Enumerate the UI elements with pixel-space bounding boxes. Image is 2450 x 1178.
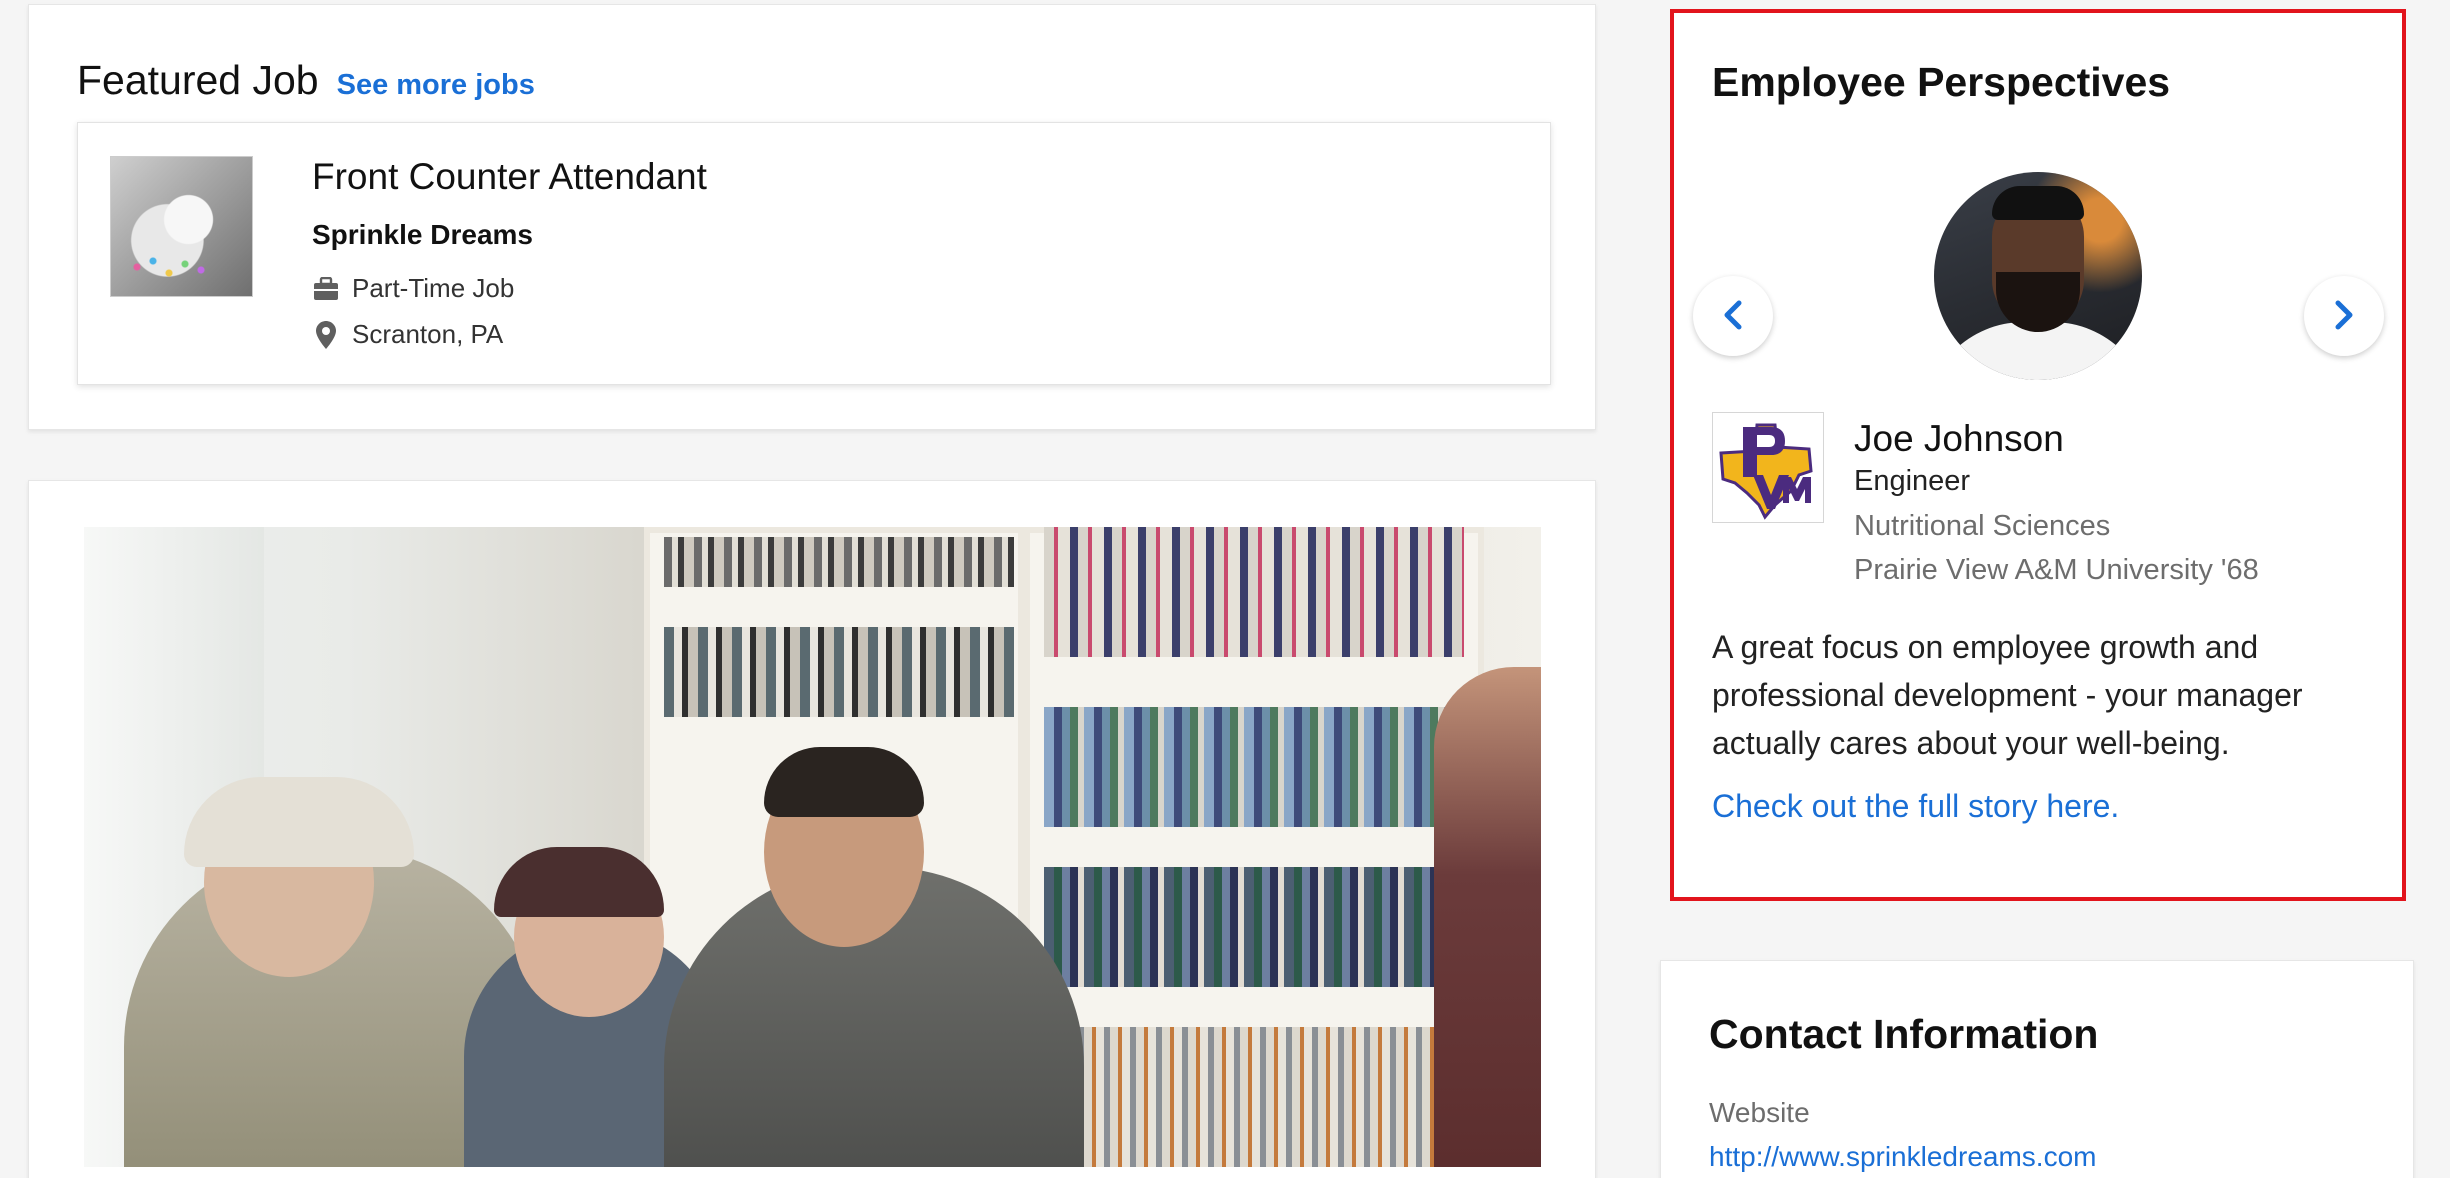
- books-row: [664, 627, 1014, 717]
- full-story-link[interactable]: Check out the full story here.: [1712, 788, 2119, 825]
- sprinkles-decoration: [129, 252, 209, 282]
- website-link[interactable]: http://www.sprinkledreams.com: [1709, 1141, 2096, 1173]
- briefcase-icon: [312, 275, 340, 303]
- featured-job-header: Featured Job See more jobs: [77, 57, 535, 104]
- featured-job-heading: Featured Job: [77, 57, 319, 103]
- employee-quote: A great focus on employee growth and pro…: [1712, 629, 2303, 761]
- chevron-left-icon: [1722, 300, 1744, 333]
- employee-major: Nutritional Sciences: [1854, 510, 2111, 542]
- chevron-right-icon: [2333, 300, 2355, 333]
- next-button[interactable]: [2304, 276, 2384, 356]
- person-silhouette: [764, 747, 924, 817]
- job-location-row: Scranton, PA: [312, 319, 503, 350]
- person-silhouette: [494, 847, 664, 917]
- employee-name: Joe Johnson: [1854, 418, 2064, 459]
- previous-button[interactable]: [1693, 276, 1773, 356]
- employee-perspectives-heading: Employee Perspectives: [1712, 59, 2171, 105]
- job-location-text: Scranton, PA: [352, 319, 504, 349]
- contact-information-heading: Contact Information: [1709, 1011, 2099, 1057]
- school-logo-graphic: [1719, 423, 1813, 520]
- job-tile[interactable]: Front Counter Attendant Sprinkle Dreams …: [77, 122, 1551, 385]
- see-more-jobs-link[interactable]: See more jobs: [337, 69, 535, 102]
- team-photo: [84, 527, 1541, 1167]
- employee-avatar: [1934, 172, 2142, 380]
- employee-school: Prairie View A&M University '68: [1854, 554, 2259, 586]
- featured-job-card: Featured Job See more jobs Front Counter…: [28, 4, 1596, 430]
- job-thumbnail: [110, 156, 253, 297]
- employee-role: Engineer: [1854, 465, 1971, 497]
- job-company: Sprinkle Dreams: [312, 219, 533, 250]
- job-title[interactable]: Front Counter Attendant: [312, 156, 707, 198]
- page: Featured Job See more jobs Front Counter…: [0, 0, 2450, 1178]
- person-silhouette: [1434, 667, 1541, 1167]
- map-pin-icon: [312, 320, 340, 349]
- books-row: [1044, 527, 1464, 657]
- books-row: [1044, 867, 1464, 987]
- avatar-hair: [1992, 186, 2084, 220]
- school-logo: [1712, 412, 1824, 523]
- photo-card: [28, 480, 1596, 1178]
- books-row: [1044, 707, 1464, 827]
- employee-perspectives-card: Employee Perspectives Joe Johnson Engine…: [1670, 9, 2406, 901]
- books-row: [1044, 1027, 1464, 1167]
- contact-information-card: Contact Information Website http://www.s…: [1660, 960, 2414, 1178]
- job-type-row: Part-Time Job: [312, 273, 514, 304]
- person-silhouette: [184, 777, 414, 867]
- books-row: [664, 537, 1014, 587]
- job-type-text: Part-Time Job: [352, 273, 515, 303]
- website-label: Website: [1709, 1097, 1810, 1128]
